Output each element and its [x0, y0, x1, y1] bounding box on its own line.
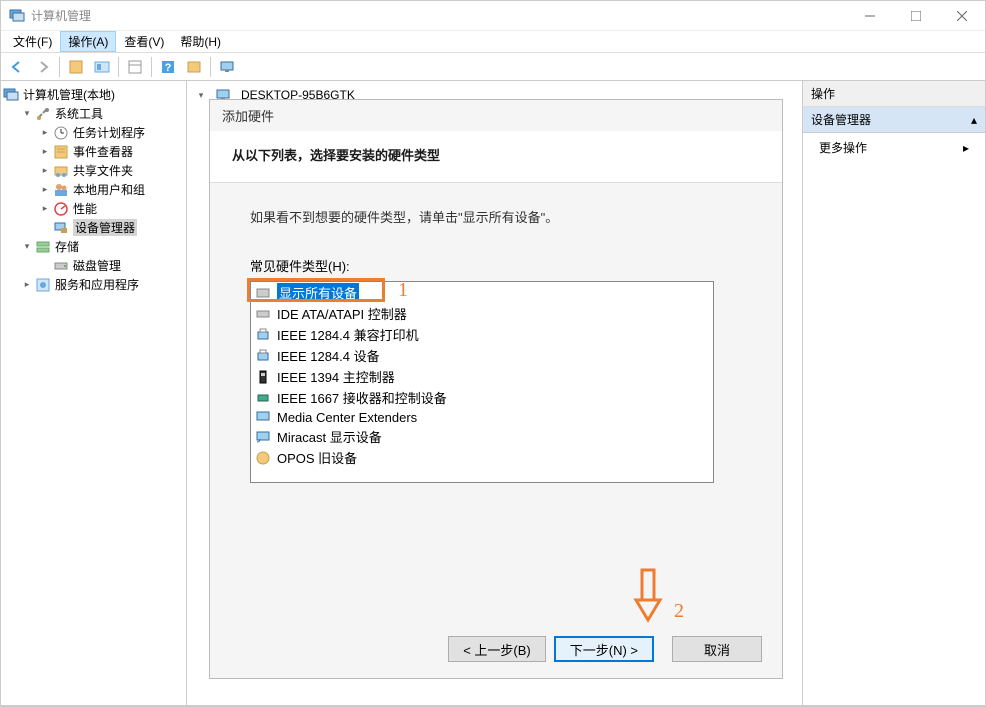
- actions-section[interactable]: 设备管理器 ▴: [803, 107, 985, 133]
- main-window: 计算机管理 文件(F) 操作(A) 查看(V) 帮助(H) ? 计算机管理(本地…: [0, 0, 986, 707]
- chip-icon: [255, 390, 271, 406]
- performance-icon: [53, 201, 69, 217]
- collapse-icon[interactable]: ▾: [195, 89, 207, 101]
- tool-icon-1[interactable]: [123, 55, 147, 79]
- menubar: 文件(F) 操作(A) 查看(V) 帮助(H): [1, 31, 985, 53]
- minimize-button[interactable]: [847, 1, 893, 31]
- list-item[interactable]: Miracast 显示设备: [251, 426, 713, 447]
- device-icon: [255, 285, 271, 301]
- list-item[interactable]: IEEE 1284.4 兼容打印机: [251, 324, 713, 345]
- list-item[interactable]: IEEE 1667 接收器和控制设备: [251, 387, 713, 408]
- menu-file[interactable]: 文件(F): [5, 31, 60, 52]
- dialog-body: 如果看不到想要的硬件类型，请单击"显示所有设备"。 常见硬件类型(H): 显示所…: [210, 183, 782, 622]
- tree-root[interactable]: 计算机管理(本地): [3, 85, 186, 104]
- toolbar: ?: [1, 53, 985, 81]
- tree-performance[interactable]: ▸ 性能: [39, 199, 186, 218]
- back-button[interactable]: [5, 55, 29, 79]
- tree-local-users[interactable]: ▸ 本地用户和组: [39, 180, 186, 199]
- expand-icon[interactable]: ▸: [39, 165, 51, 177]
- device-mgr-icon: [53, 220, 69, 236]
- hardware-type-listbox[interactable]: 显示所有设备 IDE ATA/ATAPI 控制器 IEEE 1284.4 兼容打…: [250, 281, 714, 483]
- titlebar: 计算机管理: [1, 1, 985, 31]
- list-item-show-all[interactable]: 显示所有设备: [251, 282, 713, 303]
- tools-icon: [35, 106, 51, 122]
- dialog-footer: < 上一步(B) 下一步(N) > 取消: [210, 622, 782, 678]
- firewire-icon: [255, 369, 271, 385]
- collapse-icon: ▴: [971, 113, 977, 127]
- users-icon: [53, 182, 69, 198]
- tree-storage[interactable]: ▾ 存储: [21, 237, 186, 256]
- menu-action[interactable]: 操作(A): [60, 31, 116, 52]
- shared-icon: [53, 163, 69, 179]
- monitor-icon: [255, 409, 271, 425]
- toolbar-divider-2: [118, 57, 119, 77]
- window-title: 计算机管理: [31, 7, 847, 24]
- forward-button[interactable]: [31, 55, 55, 79]
- event-icon: [53, 144, 69, 160]
- list-item[interactable]: IEEE 1284.4 设备: [251, 345, 713, 366]
- collapse-icon[interactable]: ▾: [21, 108, 33, 120]
- disk-icon: [53, 258, 69, 274]
- miracast-icon: [255, 429, 271, 445]
- tree-panel[interactable]: 计算机管理(本地) ▾ 系统工具 ▸ 任务计划程序 ▸: [1, 81, 187, 705]
- expand-icon[interactable]: ▸: [21, 279, 33, 291]
- menu-help[interactable]: 帮助(H): [172, 31, 229, 52]
- app-icon: [9, 8, 25, 24]
- expand-icon[interactable]: ▸: [39, 203, 51, 215]
- cancel-button[interactable]: 取消: [672, 636, 762, 662]
- toolbar-divider-4: [210, 57, 211, 77]
- next-button[interactable]: 下一步(N) >: [554, 636, 654, 662]
- list-item[interactable]: Media Center Extenders: [251, 408, 713, 426]
- content-area: 计算机管理(本地) ▾ 系统工具 ▸ 任务计划程序 ▸: [1, 81, 985, 706]
- menu-view[interactable]: 查看(V): [116, 31, 172, 52]
- services-icon: [35, 277, 51, 293]
- actions-panel: 操作 设备管理器 ▴ 更多操作 ▸: [803, 81, 985, 705]
- chevron-right-icon: ▸: [963, 141, 969, 155]
- properties-button[interactable]: [64, 55, 88, 79]
- toolbar-divider: [59, 57, 60, 77]
- storage-icon: [35, 239, 51, 255]
- more-actions-item[interactable]: 更多操作 ▸: [803, 133, 985, 162]
- main-panel: ▾ DESKTOP-95B6GTK 添加硬件 从以下列表，选择要安装的硬件类型 …: [187, 81, 803, 705]
- close-button[interactable]: [939, 1, 985, 31]
- tree-task-scheduler[interactable]: ▸ 任务计划程序: [39, 123, 186, 142]
- tree-disk-mgmt[interactable]: 磁盘管理: [39, 256, 186, 275]
- collapse-icon[interactable]: ▾: [21, 241, 33, 253]
- computer-mgmt-icon: [3, 87, 19, 103]
- printer-icon: [255, 348, 271, 364]
- listbox-label: 常见硬件类型(H):: [250, 256, 742, 275]
- printer-icon: [255, 327, 271, 343]
- list-item[interactable]: IDE ATA/ATAPI 控制器: [251, 303, 713, 324]
- ide-icon: [255, 306, 271, 322]
- show-hide-button[interactable]: [90, 55, 114, 79]
- tree-event-viewer[interactable]: ▸ 事件查看器: [39, 142, 186, 161]
- dialog-instruction: 如果看不到想要的硬件类型，请单击"显示所有设备"。: [250, 207, 742, 226]
- tree-system-tools[interactable]: ▾ 系统工具: [21, 104, 186, 123]
- expand-icon[interactable]: ▸: [39, 127, 51, 139]
- help-button[interactable]: ?: [156, 55, 180, 79]
- dialog-header: 从以下列表，选择要安装的硬件类型: [210, 131, 782, 183]
- clock-icon: [53, 125, 69, 141]
- toolbar-divider-3: [151, 57, 152, 77]
- list-item[interactable]: OPOS 旧设备: [251, 447, 713, 468]
- tree-device-manager[interactable]: 设备管理器: [39, 218, 186, 237]
- actions-header: 操作: [803, 81, 985, 107]
- maximize-button[interactable]: [893, 1, 939, 31]
- tree-shared-folders[interactable]: ▸ 共享文件夹: [39, 161, 186, 180]
- expand-icon[interactable]: ▸: [39, 146, 51, 158]
- tool-icon-2[interactable]: [182, 55, 206, 79]
- opos-icon: [255, 450, 271, 466]
- svg-text:?: ?: [165, 62, 172, 74]
- back-button[interactable]: < 上一步(B): [448, 636, 546, 662]
- expand-icon[interactable]: ▸: [39, 184, 51, 196]
- monitor-button[interactable]: [215, 55, 239, 79]
- add-hardware-dialog: 添加硬件 从以下列表，选择要安装的硬件类型 如果看不到想要的硬件类型，请单击"显…: [209, 99, 783, 679]
- tree-services-apps[interactable]: ▸ 服务和应用程序: [21, 275, 186, 294]
- dialog-title: 添加硬件: [210, 100, 782, 131]
- list-item[interactable]: IEEE 1394 主控制器: [251, 366, 713, 387]
